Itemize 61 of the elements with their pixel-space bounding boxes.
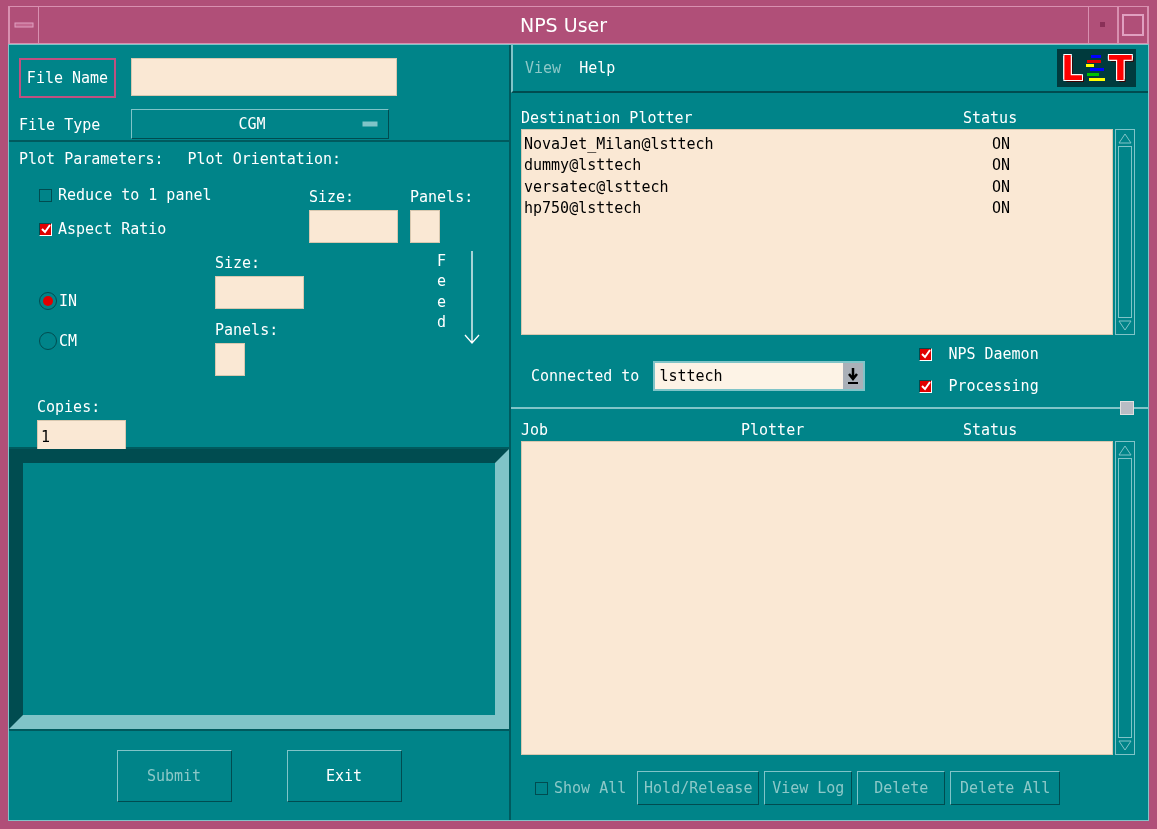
window-title: NPS User [519,14,608,36]
bar-icon [362,121,378,127]
size-field[interactable] [215,276,304,309]
sash-handle[interactable] [1120,401,1134,415]
file-name-field[interactable] [131,58,397,96]
checkbox[interactable] [919,347,933,361]
feed-label: Feed [437,251,448,332]
column-header: Plotter [741,421,806,441]
down-triangle-icon[interactable] [1117,740,1133,752]
plot-orientation-label: Plot Orientation: [187,150,342,168]
maximize-button[interactable] [1118,7,1148,43]
down-arrow-icon [464,251,480,345]
radio-label: IN [59,292,78,310]
file-type-label: File Type [19,115,101,134]
connected-to-label: Connected to [531,367,640,385]
orientation-size-field[interactable] [309,210,398,243]
plotter-status: ON [991,134,1012,153]
plotter-name: dummy@lsttech [524,156,643,175]
column-header: Status [963,421,1019,441]
column-header: Destination Plotter [521,109,694,129]
checkbox-label: Aspect Ratio [58,220,167,238]
down-triangle-icon[interactable] [1117,320,1133,332]
plotter-name: hp750@lsttech [524,199,643,218]
menu-item[interactable]: Help [579,59,616,77]
orientation-panels-label: Panels: [410,188,474,206]
checkbox[interactable] [919,379,933,393]
plotter-name: NovaJet_Milan@lsttech [524,134,715,153]
file-type-dropdown[interactable]: CGM [131,109,389,139]
panels-label: Panels: [215,321,280,339]
logo: L T [1057,49,1136,87]
plotter-name: versatec@lsttech [524,177,670,196]
plotter-status: ON [991,156,1012,175]
up-triangle-icon[interactable] [1117,132,1133,144]
orientation-size-label: Size: [309,188,356,206]
scrollbar[interactable] [1115,129,1135,335]
square-icon [1122,14,1144,36]
show-all-label: Show All [554,779,627,797]
plotter-status: ON [991,177,1012,196]
panels-field[interactable] [215,343,245,376]
exit-button[interactable]: Exit [286,749,402,802]
column-header: Status [963,109,1019,129]
up-triangle-icon[interactable] [1117,444,1133,456]
checkbox[interactable] [39,188,52,202]
checkbox-label: NPS Daemon [948,345,1039,363]
minimize-button[interactable] [1088,7,1118,43]
file-name-button[interactable]: File Name [19,58,116,98]
plotter-status: ON [991,199,1012,218]
copies-label: Copies: [37,398,102,416]
radio-label: CM [59,332,78,350]
checkbox-label: Reduce to 1 panel [58,186,212,204]
orientation-panels-field[interactable] [410,210,440,243]
plotter-list[interactable]: NovaJet_Milan@lsttech ON dummy@lsttech ON versatec@lsttech ON hp750@lsttech ON [521,129,1113,335]
minus-icon [14,22,34,28]
size-label: Size: [215,254,262,272]
window-menu-button[interactable] [9,7,39,43]
checkbox[interactable] [39,222,52,236]
column-header: Job [521,421,550,441]
scrollbar[interactable] [1115,441,1135,755]
plot-parameters-label: Plot Parameters: [19,150,164,168]
checkbox-label: Processing [948,377,1039,395]
connected-to-combo[interactable]: lsttech [653,361,866,391]
